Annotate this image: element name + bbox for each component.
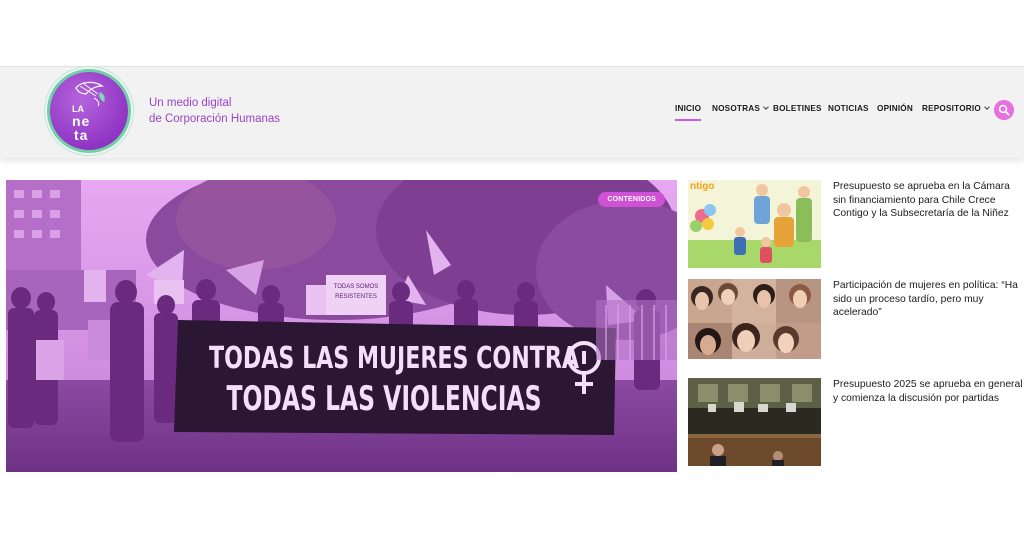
illustration-thumbnail: ntigo bbox=[688, 180, 821, 268]
side-article-1[interactable]: ntigo Presupuesto se aprueba en la Cámar… bbox=[688, 180, 1024, 270]
chevron-down-icon bbox=[984, 104, 990, 110]
march-photo: TODAS SOMOS RESISTENTES TODAS LAS MUJERE… bbox=[6, 180, 677, 472]
side-article-title[interactable]: Presupuesto 2025 se aprueba en general y… bbox=[833, 378, 1023, 405]
small-sign-line-1: TODAS SOMOS bbox=[334, 284, 379, 290]
banner-text-line-1: TODAS LAS MUJERES CONTRA bbox=[209, 341, 580, 376]
side-article-2[interactable]: Participación de mujeres en política: “H… bbox=[688, 279, 1024, 369]
nav-item-nosotras[interactable]: NOSOTRAS bbox=[712, 104, 769, 113]
nav-label-repositorio: REPOSITORIO bbox=[922, 104, 981, 113]
article-thumbnail[interactable]: ntigo bbox=[688, 180, 821, 268]
article-thumbnail[interactable] bbox=[688, 378, 821, 466]
nav-label-nosotras: NOSOTRAS bbox=[712, 104, 760, 113]
small-sign-line-2: RESISTENTES bbox=[335, 294, 377, 300]
side-article-title[interactable]: Participación de mujeres en política: “H… bbox=[833, 279, 1023, 320]
side-article-3[interactable]: Presupuesto 2025 se aprueba en general y… bbox=[688, 378, 1024, 468]
chevron-down-icon bbox=[763, 104, 769, 110]
nav-label-inicio: INICIO bbox=[675, 104, 702, 113]
search-icon bbox=[998, 104, 1010, 116]
nav-item-boletines[interactable]: BOLETINES bbox=[773, 104, 822, 113]
nav-label-boletines: BOLETINES bbox=[773, 104, 822, 113]
nav-item-inicio[interactable]: INICIO bbox=[675, 104, 702, 121]
article-thumbnail[interactable] bbox=[688, 279, 821, 367]
nav-item-opinion[interactable]: OPINIÓN bbox=[877, 104, 913, 113]
side-article-title[interactable]: Presupuesto se aprueba en la Cámara sin … bbox=[833, 180, 1023, 221]
nav-label-opinion: OPINIÓN bbox=[877, 104, 913, 113]
nav-item-repositorio[interactable]: REPOSITORIO bbox=[922, 104, 990, 113]
nav-label-noticias: NOTICIAS bbox=[828, 104, 869, 113]
featured-article-image[interactable]: TODAS SOMOS RESISTENTES TODAS LAS MUJERE… bbox=[6, 180, 677, 472]
banner-text-line-2: TODAS LAS VIOLENCIAS bbox=[227, 379, 542, 419]
category-badge[interactable]: CONTENIDOS bbox=[598, 192, 665, 207]
search-button[interactable] bbox=[994, 100, 1014, 120]
chamber-thumbnail bbox=[688, 378, 821, 466]
site-header: LA ne ta Un medio digital de Corporación… bbox=[0, 66, 1024, 158]
main-nav: INICIO NOSOTRAS BOLETINES NOTICIAS OPINI… bbox=[0, 67, 1024, 159]
nav-item-noticias[interactable]: NOTICIAS bbox=[828, 104, 869, 113]
thumbnail-text: ntigo bbox=[690, 181, 714, 192]
portraits-thumbnail bbox=[688, 279, 821, 367]
